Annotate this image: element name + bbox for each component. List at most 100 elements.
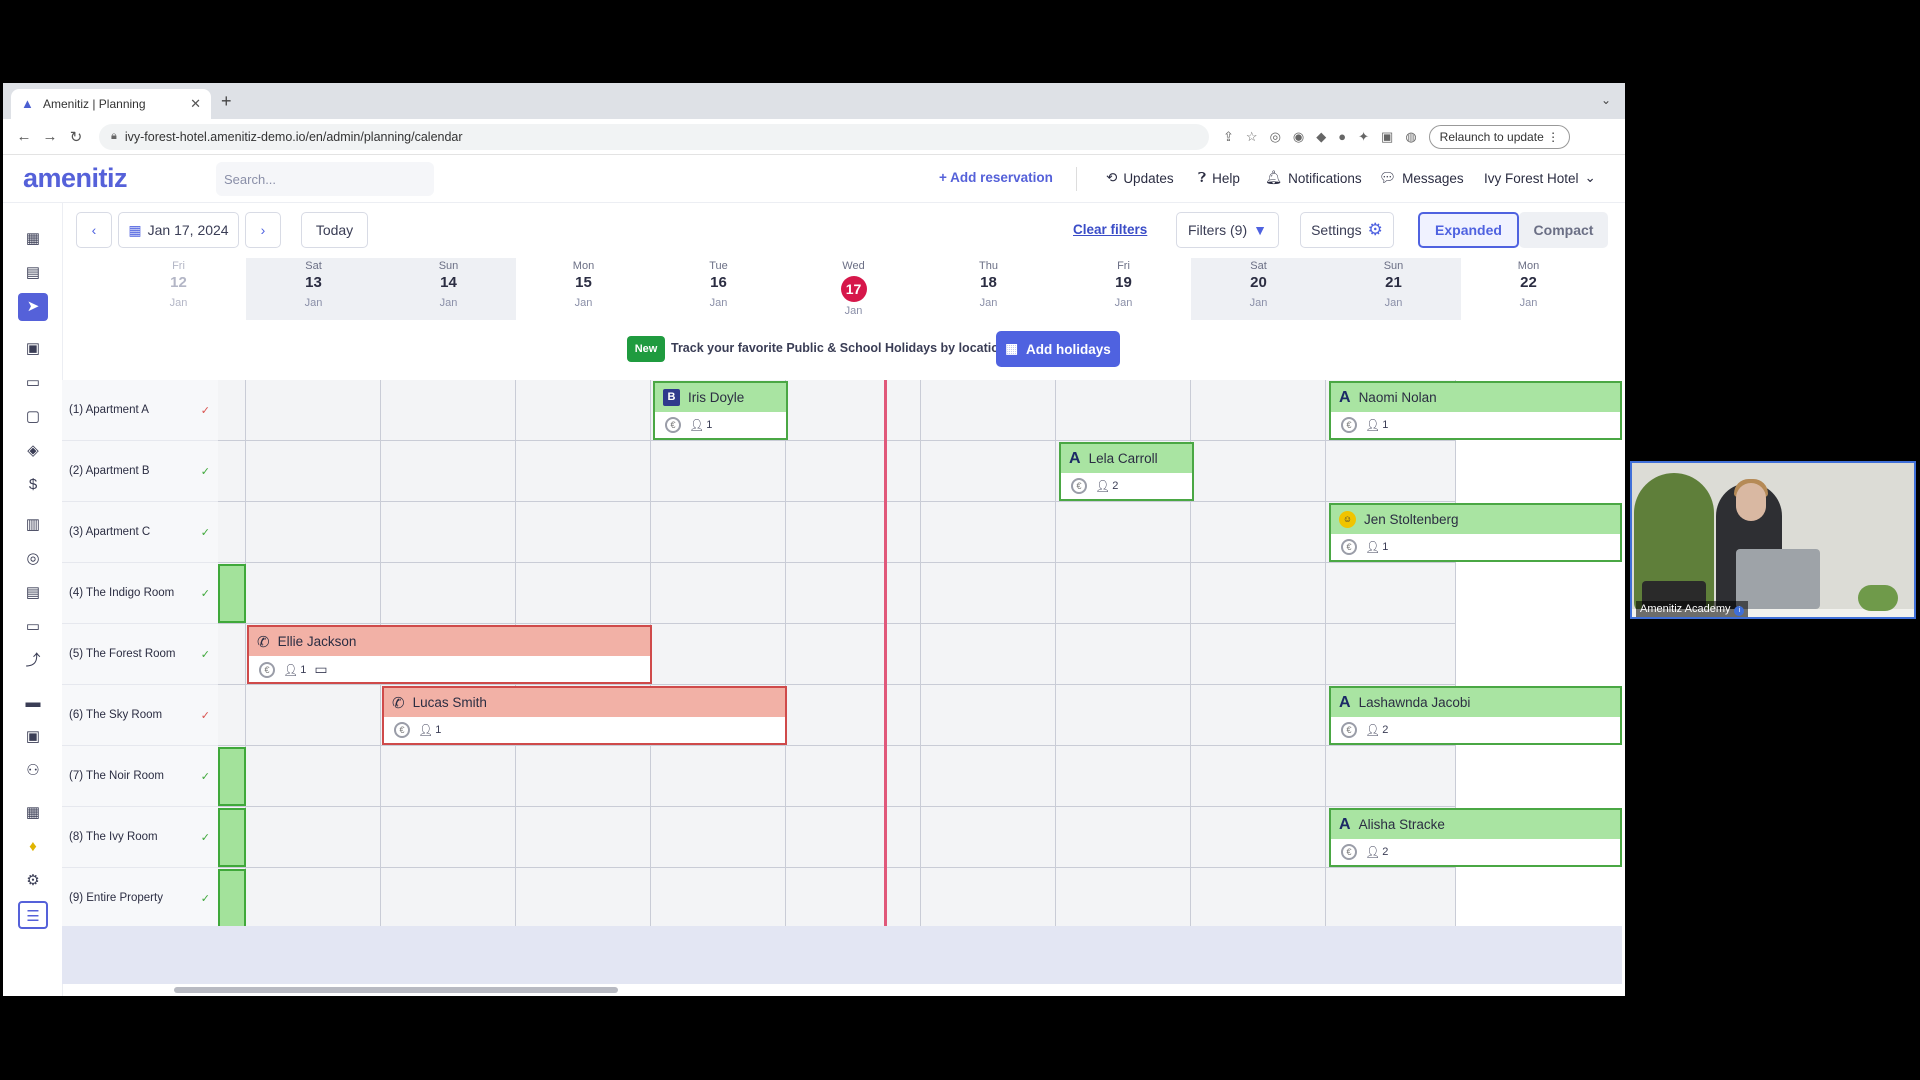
- calendar-cell[interactable]: [786, 685, 921, 746]
- stats-icon[interactable]: ⤴: [18, 647, 48, 675]
- filters-button[interactable]: Filters (9) ▼: [1176, 212, 1279, 248]
- booking-stub[interactable]: [218, 808, 246, 867]
- calendar-cell[interactable]: [921, 746, 1056, 807]
- calendar-cell[interactable]: [1056, 868, 1191, 929]
- calendar-cell[interactable]: [218, 380, 246, 441]
- calendar-cell[interactable]: [786, 563, 921, 624]
- new-tab-icon[interactable]: +: [221, 91, 232, 112]
- day-column-header[interactable]: Wed 17 Jan: [786, 258, 921, 320]
- amenitiz-logo[interactable]: amenitiz: [23, 163, 128, 194]
- cleaning-status-icon[interactable]: ✓: [201, 404, 210, 417]
- calendar-cell[interactable]: [1191, 807, 1326, 868]
- expanded-toggle[interactable]: Expanded: [1418, 212, 1519, 248]
- calendar-cell[interactable]: [516, 441, 651, 502]
- cleaning-status-icon[interactable]: ✓: [201, 770, 210, 783]
- calendar-cell[interactable]: [786, 807, 921, 868]
- room-label[interactable]: (1) Apartment A ✓: [62, 380, 218, 441]
- calendar-cell[interactable]: [1056, 807, 1191, 868]
- calendar-cell[interactable]: [1056, 624, 1191, 685]
- calendar-cell[interactable]: [381, 746, 516, 807]
- day-column-header[interactable]: Fri 19 Jan: [1056, 258, 1191, 320]
- reports-icon[interactable]: ▤: [18, 259, 48, 287]
- room-label[interactable]: (8) The Ivy Room ✓: [62, 807, 218, 868]
- calendar-cell[interactable]: [651, 441, 786, 502]
- calendar-cell[interactable]: [1191, 380, 1326, 441]
- invoices-icon[interactable]: ▤: [18, 579, 48, 607]
- add-holidays-button[interactable]: ▦ Add holidays: [996, 331, 1120, 367]
- calendar-cell[interactable]: [246, 685, 381, 746]
- url-field[interactable]: 🔒︎ ivy-forest-hotel.amenitiz-demo.io/en/…: [99, 123, 1209, 150]
- calendar-cell[interactable]: [921, 441, 1056, 502]
- calendar-cell[interactable]: [381, 563, 516, 624]
- room-label[interactable]: (4) The Indigo Room ✓: [62, 563, 218, 624]
- calendar-cell[interactable]: [786, 868, 921, 929]
- updates-button[interactable]: ⟲ Updates: [1106, 170, 1174, 186]
- tab-search-icon[interactable]: ⌄: [1601, 93, 1611, 107]
- room-label[interactable]: (2) Apartment B ✓: [62, 441, 218, 502]
- room-label[interactable]: (6) The Sky Room ✓: [62, 685, 218, 746]
- calendar-cell[interactable]: [218, 502, 246, 563]
- calendar-cell[interactable]: [246, 563, 381, 624]
- calendar-cell[interactable]: [516, 746, 651, 807]
- calendar-cell[interactable]: [651, 563, 786, 624]
- calendar-cell[interactable]: [1326, 441, 1456, 502]
- back-icon[interactable]: ←: [11, 128, 37, 145]
- booking-stub[interactable]: [218, 869, 246, 928]
- reload-icon[interactable]: ↻: [63, 128, 89, 146]
- calendar-cell[interactable]: [786, 502, 921, 563]
- calendar-cell[interactable]: [1191, 563, 1326, 624]
- card-icon[interactable]: ▬: [18, 689, 48, 717]
- settings-gear-icon[interactable]: ⚙: [18, 867, 48, 895]
- calendar-cell[interactable]: [246, 380, 381, 441]
- help-button[interactable]: ❓︎ Help: [1198, 170, 1240, 186]
- horizontal-scrollbar[interactable]: [174, 987, 618, 993]
- extension-icon[interactable]: ◉: [1293, 129, 1304, 145]
- calendar-cell[interactable]: [786, 624, 921, 685]
- apps-icon[interactable]: ▦: [18, 799, 48, 827]
- puzzle-icon[interactable]: ✦: [1358, 129, 1369, 145]
- premium-gem-icon[interactable]: ♦: [18, 833, 48, 861]
- calendar-cell[interactable]: [516, 380, 651, 441]
- day-column-header[interactable]: Thu 18 Jan: [921, 258, 1056, 320]
- date-picker[interactable]: ▦ Jan 17, 2024: [118, 212, 239, 248]
- share-icon[interactable]: ⇪: [1223, 129, 1234, 145]
- calendar-cell[interactable]: [921, 380, 1056, 441]
- relaunch-button[interactable]: Relaunch to update ⋮: [1428, 124, 1571, 149]
- calendar-cell[interactable]: [1056, 685, 1191, 746]
- day-column-header[interactable]: Sat 13 Jan: [246, 258, 381, 320]
- day-column-header[interactable]: Sat 20 Jan: [1191, 258, 1326, 320]
- calendar-cell[interactable]: [1191, 868, 1326, 929]
- cleaning-status-icon[interactable]: ✓: [201, 648, 210, 661]
- booking-card[interactable]: A Lashawnda Jacobi € 👤︎ 2: [1329, 686, 1622, 745]
- calendar-cell[interactable]: [246, 441, 381, 502]
- settings-button[interactable]: Settings ⚙: [1300, 212, 1394, 248]
- calendar-cell[interactable]: [516, 807, 651, 868]
- calendar-cell[interactable]: [1326, 624, 1456, 685]
- calendar-cell[interactable]: [921, 563, 1056, 624]
- calendar-cell[interactable]: [381, 807, 516, 868]
- forward-icon[interactable]: →: [37, 128, 63, 145]
- booking-card[interactable]: ✆ Ellie Jackson € 👤︎ 1 ▭: [247, 625, 652, 684]
- calendar-cell[interactable]: [246, 746, 381, 807]
- sidepanel-icon[interactable]: ▣: [1381, 129, 1393, 145]
- layers-icon[interactable]: ◈: [18, 437, 48, 465]
- calendar-cell[interactable]: [381, 868, 516, 929]
- profile-avatar-icon[interactable]: ◍: [1405, 129, 1416, 145]
- bookmark-star-icon[interactable]: ☆: [1246, 129, 1258, 145]
- calendar-cell[interactable]: [921, 624, 1056, 685]
- calendar-cell[interactable]: [651, 746, 786, 807]
- calendar-cell[interactable]: [1191, 624, 1326, 685]
- channels-icon[interactable]: ◎: [18, 545, 48, 573]
- calendar-cell[interactable]: [1326, 868, 1456, 929]
- prev-day-button[interactable]: ‹: [76, 212, 112, 248]
- room-label[interactable]: (3) Apartment C ✓: [62, 502, 218, 563]
- close-tab-icon[interactable]: ✕: [190, 96, 201, 112]
- messages-sidebar-icon[interactable]: ▭: [18, 369, 48, 397]
- calendar-cell[interactable]: [651, 624, 786, 685]
- cleaning-status-icon[interactable]: ✓: [201, 709, 210, 722]
- calendar-cell[interactable]: [1056, 746, 1191, 807]
- booking-card[interactable]: A Naomi Nolan € 👤︎ 1: [1329, 381, 1622, 440]
- checklist-icon[interactable]: ☰: [18, 901, 48, 929]
- day-column-header[interactable]: Tue 16 Jan: [651, 258, 786, 320]
- calendar-cell[interactable]: [1056, 502, 1191, 563]
